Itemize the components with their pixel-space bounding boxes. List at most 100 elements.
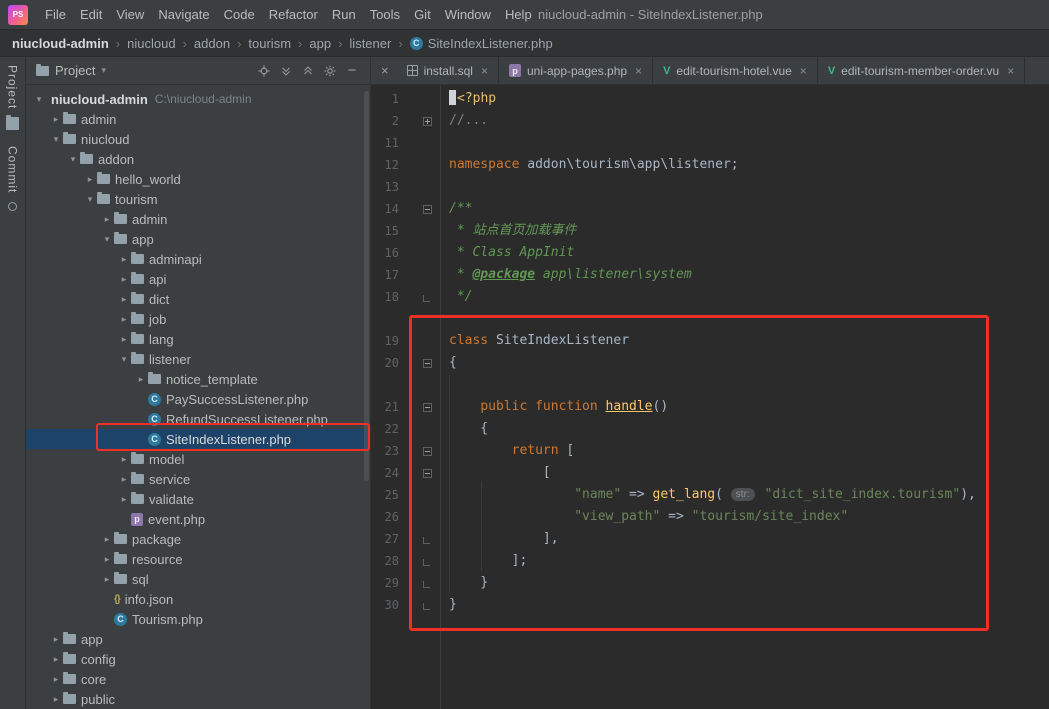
chevron-right-icon[interactable]: ▸ <box>49 634 63 645</box>
breadcrumb-item[interactable]: tourism <box>248 36 291 51</box>
tree-item-refundsuccesslistener-php[interactable]: C RefundSuccessListener.php <box>26 409 370 429</box>
tree-item-job[interactable]: ▸ job <box>26 309 370 329</box>
editor-tab-edit-tourism-hotel-vue[interactable]: Vedit-tourism-hotel.vue × <box>653 57 818 84</box>
settings-gear-icon[interactable] <box>322 63 338 79</box>
fold-marker-icon[interactable] <box>423 205 432 214</box>
fold-marker-icon[interactable] <box>423 581 430 588</box>
tree-item-paysuccesslistener-php[interactable]: C PaySuccessListener.php <box>26 389 370 409</box>
chevron-right-icon[interactable]: ▸ <box>117 474 131 485</box>
tree-item-niucloud-admin[interactable]: ▾ niucloud-admin C:\niucloud-admin <box>26 89 370 109</box>
menu-refactor[interactable]: Refactor <box>262 3 325 26</box>
tree-item-siteindexlistener-php[interactable]: C SiteIndexListener.php <box>26 429 370 449</box>
tree-item-api[interactable]: ▸ api <box>26 269 370 289</box>
menu-help[interactable]: Help <box>498 3 539 26</box>
breadcrumb-item[interactable]: addon <box>194 36 230 51</box>
fold-marker-icon[interactable] <box>423 359 432 368</box>
menu-edit[interactable]: Edit <box>73 3 109 26</box>
tree-item-info-json[interactable]: {} info.json <box>26 589 370 609</box>
tree-item-model[interactable]: ▸ model <box>26 449 370 469</box>
editor-tab-uni-app-pages-php[interactable]: p uni-app-pages.php × <box>499 57 654 84</box>
menu-run[interactable]: Run <box>325 3 363 26</box>
menu-file[interactable]: File <box>38 3 73 26</box>
stripe-commit-button[interactable]: Commit <box>6 146 20 211</box>
scrollbar-thumb[interactable] <box>364 91 369 481</box>
tree-item-tourism[interactable]: ▾ tourism <box>26 189 370 209</box>
tree-item-notice-template[interactable]: ▸ notice_template <box>26 369 370 389</box>
tree-item-core[interactable]: ▸ core <box>26 669 370 689</box>
chevron-down-icon[interactable]: ▾ <box>117 354 131 365</box>
tree-item-service[interactable]: ▸ service <box>26 469 370 489</box>
chevron-down-icon[interactable]: ▾ <box>100 234 114 245</box>
breadcrumb-item[interactable]: niucloud-admin <box>12 36 109 51</box>
tab-close-icon[interactable]: × <box>1007 64 1014 78</box>
chevron-right-icon[interactable]: ▸ <box>100 214 114 225</box>
tree-item-resource[interactable]: ▸ resource <box>26 549 370 569</box>
chevron-right-icon[interactable]: ▸ <box>117 254 131 265</box>
chevron-right-icon[interactable]: ▸ <box>83 174 97 185</box>
menu-view[interactable]: View <box>109 3 151 26</box>
tree-item-public[interactable]: ▸ public <box>26 689 370 709</box>
fold-marker-icon[interactable] <box>423 447 432 456</box>
menu-git[interactable]: Git <box>407 3 438 26</box>
tree-item-niucloud[interactable]: ▾ niucloud <box>26 129 370 149</box>
stripe-project-button[interactable]: Project <box>6 65 20 131</box>
tree-item-hello-world[interactable]: ▸ hello_world <box>26 169 370 189</box>
tab-close-icon[interactable]: × <box>635 64 642 78</box>
tree-item-sql[interactable]: ▸ sql <box>26 569 370 589</box>
tree-item-listener[interactable]: ▾ listener <box>26 349 370 369</box>
chevron-right-icon[interactable]: ▸ <box>117 294 131 305</box>
chevron-right-icon[interactable]: ▸ <box>49 674 63 685</box>
fold-marker-icon[interactable] <box>423 603 430 610</box>
breadcrumb-item[interactable]: niucloud <box>127 36 175 51</box>
locate-file-icon[interactable] <box>256 63 272 79</box>
tree-item-lang[interactable]: ▸ lang <box>26 329 370 349</box>
chevron-right-icon[interactable]: ▸ <box>49 694 63 705</box>
tab-close-icon[interactable]: × <box>481 64 488 78</box>
hide-panel-icon[interactable]: − <box>344 63 360 79</box>
project-panel-title[interactable]: Project <box>55 63 95 78</box>
chevron-right-icon[interactable]: ▸ <box>100 574 114 585</box>
chevron-down-icon[interactable]: ▾ <box>32 94 46 105</box>
close-icon[interactable]: × <box>381 63 389 78</box>
tree-item-tourism-php[interactable]: C Tourism.php <box>26 609 370 629</box>
tree-item-app[interactable]: ▸ app <box>26 629 370 649</box>
tree-item-event-php[interactable]: p event.php <box>26 509 370 529</box>
menu-window[interactable]: Window <box>438 3 498 26</box>
fold-marker-icon[interactable] <box>423 117 432 126</box>
editor-tab-edit-tourism-member-order-vu[interactable]: Vedit-tourism-member-order.vu × <box>818 57 1026 84</box>
chevron-down-icon[interactable]: ▾ <box>101 65 106 76</box>
code-editor[interactable]: 1 <?php 2//... 11 12 namespace addon\tourism\… <box>371 85 1049 709</box>
chevron-right-icon[interactable]: ▸ <box>117 274 131 285</box>
tree-item-admin[interactable]: ▸ admin <box>26 109 370 129</box>
fold-marker-icon[interactable] <box>423 537 430 544</box>
collapse-all-icon[interactable] <box>300 63 316 79</box>
menu-navigate[interactable]: Navigate <box>151 3 216 26</box>
fold-marker-icon[interactable] <box>423 559 430 566</box>
chevron-right-icon[interactable]: ▸ <box>117 334 131 345</box>
tree-item-addon[interactable]: ▾ addon <box>26 149 370 169</box>
chevron-right-icon[interactable]: ▸ <box>117 454 131 465</box>
tree-item-admin[interactable]: ▸ admin <box>26 209 370 229</box>
chevron-right-icon[interactable]: ▸ <box>49 654 63 665</box>
chevron-right-icon[interactable]: ▸ <box>100 534 114 545</box>
chevron-down-icon[interactable]: ▾ <box>66 154 80 165</box>
fold-marker-icon[interactable] <box>423 469 432 478</box>
chevron-right-icon[interactable]: ▸ <box>117 314 131 325</box>
chevron-right-icon[interactable]: ▸ <box>100 554 114 565</box>
fold-marker-icon[interactable] <box>423 295 430 302</box>
menu-code[interactable]: Code <box>217 3 262 26</box>
chevron-down-icon[interactable]: ▾ <box>49 134 63 145</box>
tree-item-validate[interactable]: ▸ validate <box>26 489 370 509</box>
tree-item-dict[interactable]: ▸ dict <box>26 289 370 309</box>
tree-item-package[interactable]: ▸ package <box>26 529 370 549</box>
chevron-right-icon[interactable]: ▸ <box>134 374 148 385</box>
chevron-down-icon[interactable]: ▾ <box>83 194 97 205</box>
breadcrumb-item[interactable]: C SiteIndexListener.php <box>409 36 553 51</box>
breadcrumb-item[interactable]: listener <box>349 36 391 51</box>
fold-marker-icon[interactable] <box>423 403 432 412</box>
menu-tools[interactable]: Tools <box>363 3 407 26</box>
tree-item-app[interactable]: ▾ app <box>26 229 370 249</box>
tree-item-config[interactable]: ▸ config <box>26 649 370 669</box>
chevron-right-icon[interactable]: ▸ <box>117 494 131 505</box>
tab-close-icon[interactable]: × <box>800 64 807 78</box>
